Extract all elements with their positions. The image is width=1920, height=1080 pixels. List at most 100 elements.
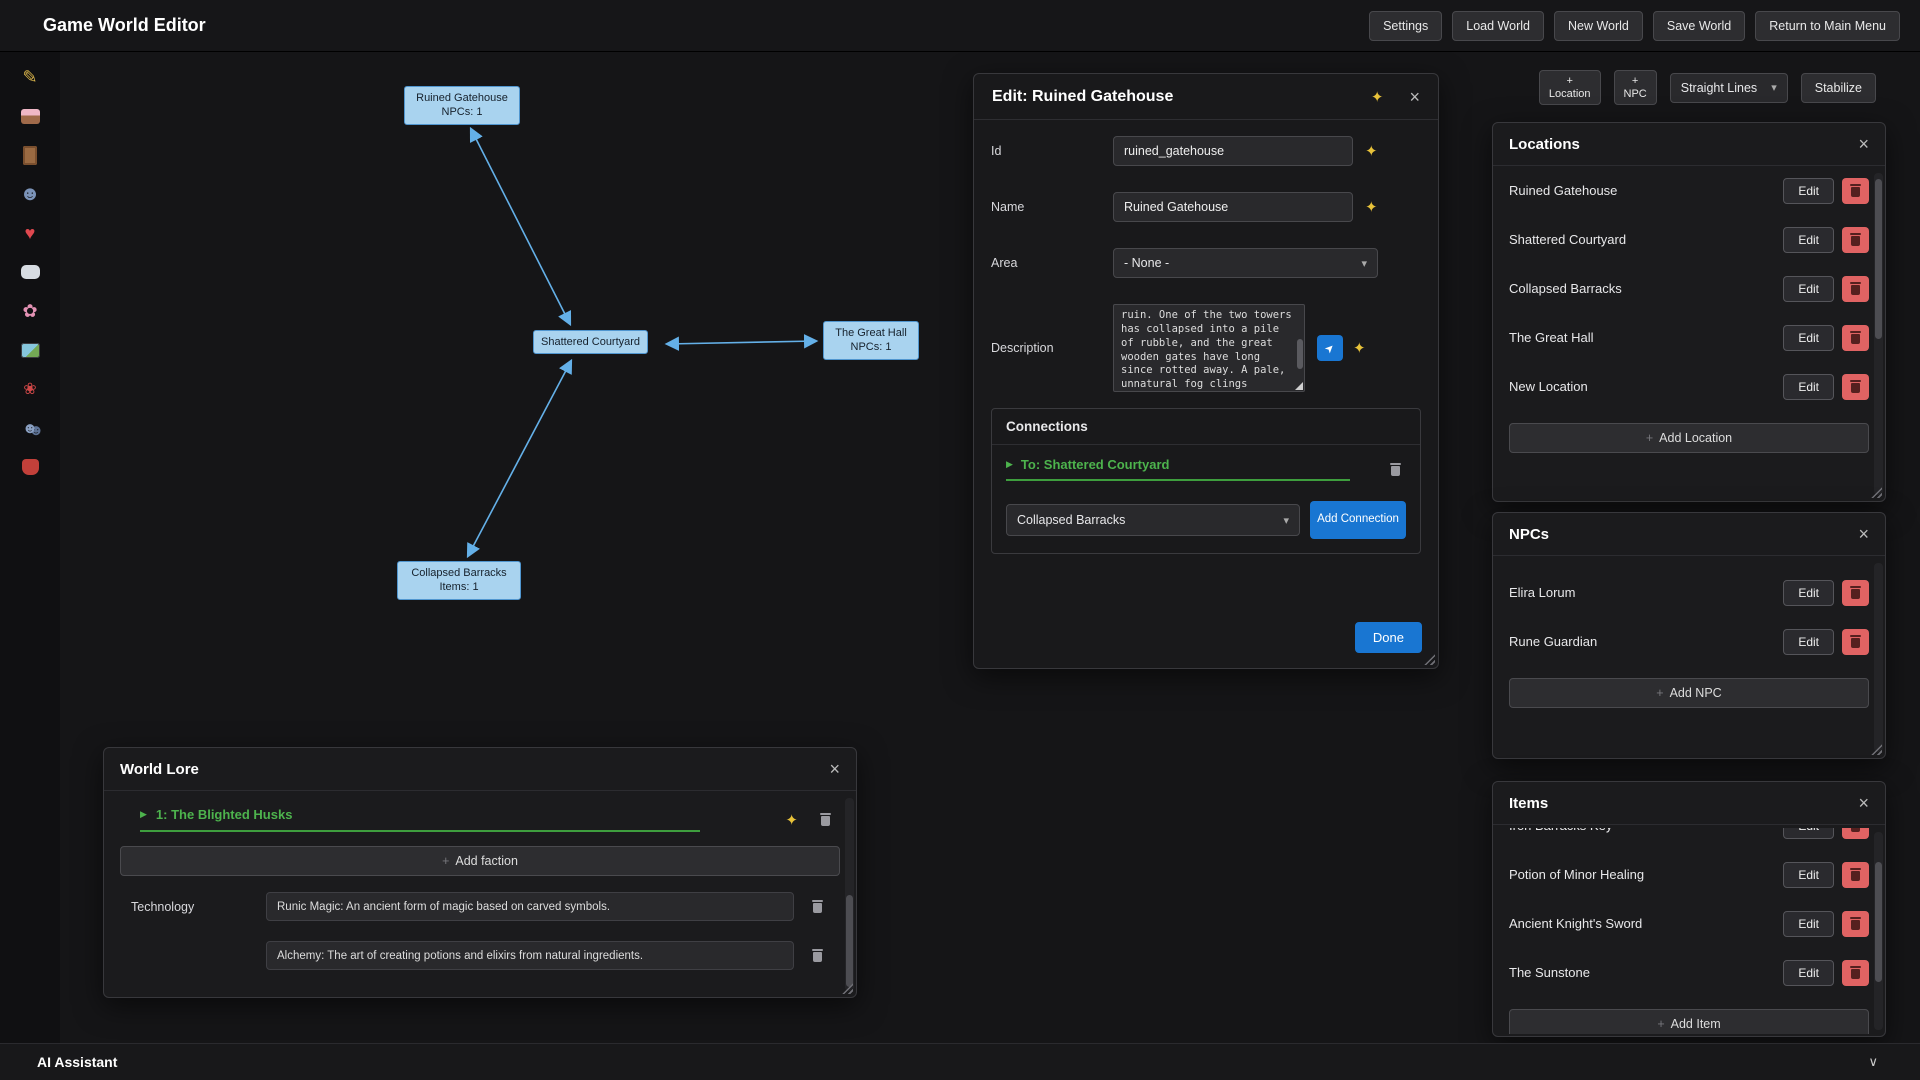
add-npc-node-button[interactable]: + NPC xyxy=(1614,70,1657,105)
edit-npc-button[interactable]: Edit xyxy=(1783,629,1834,655)
ai-assistant-bar[interactable]: AI Assistant ∨ xyxy=(0,1043,1920,1080)
edit-location-modal: Edit: Ruined Gatehouse ✦ × Id ✦ Name ✦ A… xyxy=(973,73,1439,669)
edit-location-button[interactable]: Edit xyxy=(1783,325,1834,351)
plus-icon: + xyxy=(1657,1017,1664,1031)
delete-faction-icon[interactable] xyxy=(814,809,836,831)
name-input[interactable] xyxy=(1113,192,1353,222)
add-location-button[interactable]: +Add Location xyxy=(1509,423,1869,453)
close-icon[interactable]: × xyxy=(1409,88,1420,106)
return-main-menu-button[interactable]: Return to Main Menu xyxy=(1755,11,1900,41)
new-world-button[interactable]: New World xyxy=(1554,11,1643,41)
add-item-button[interactable]: +Add Item xyxy=(1509,1009,1869,1034)
faction-row[interactable]: ▶ 1: The Blighted Husks ✦ xyxy=(104,791,856,844)
edit-item-button[interactable]: Edit xyxy=(1783,960,1834,986)
heart-icon[interactable]: ♥ xyxy=(17,220,43,246)
close-icon[interactable]: × xyxy=(829,760,840,778)
add-location-node-button[interactable]: + Location xyxy=(1539,70,1601,105)
add-npc-button[interactable]: +Add NPC xyxy=(1509,678,1869,708)
edit-npc-button[interactable]: Edit xyxy=(1783,580,1834,606)
close-icon[interactable]: × xyxy=(1858,525,1869,543)
done-button[interactable]: Done xyxy=(1355,622,1422,653)
items-scroll-area[interactable]: Iron Barracks Key Edit Potion of Minor H… xyxy=(1493,828,1885,1034)
connection-label: To: Shattered Courtyard xyxy=(1021,457,1170,472)
cake-icon[interactable] xyxy=(17,103,43,129)
edit-location-button[interactable]: Edit xyxy=(1783,227,1834,253)
edit-location-button[interactable]: Edit xyxy=(1783,178,1834,204)
add-faction-button[interactable]: +Add faction xyxy=(120,846,840,876)
area-select[interactable]: - None - ▾ xyxy=(1113,248,1378,278)
delete-location-icon[interactable] xyxy=(1842,325,1869,351)
ai-sparkle-icon[interactable]: ✦ xyxy=(1371,88,1384,106)
ai-sparkle-icon[interactable]: ✦ xyxy=(1365,198,1378,216)
scrollbar-track[interactable] xyxy=(1874,563,1883,752)
edit-item-button[interactable]: Edit xyxy=(1783,828,1834,839)
chevron-down-icon: ▾ xyxy=(1273,514,1289,527)
graph-node-collapsed-barracks[interactable]: Collapsed Barracks Items: 1 xyxy=(397,561,521,600)
edit-item-button[interactable]: Edit xyxy=(1783,862,1834,888)
connection-target-select[interactable]: Collapsed Barracks ▾ xyxy=(1006,504,1300,536)
scrollbar-thumb[interactable] xyxy=(846,895,853,987)
textarea-resize-handle[interactable] xyxy=(1295,382,1303,390)
textarea-scrollbar[interactable] xyxy=(1297,339,1303,369)
stabilize-button[interactable]: Stabilize xyxy=(1801,73,1876,103)
delete-technology-icon[interactable] xyxy=(806,896,828,918)
ai-sparkle-icon[interactable]: ✦ xyxy=(1365,142,1378,160)
delete-npc-icon[interactable] xyxy=(1842,629,1869,655)
edit-location-button[interactable]: Edit xyxy=(1783,276,1834,302)
location-row: Ruined Gatehouse Edit xyxy=(1493,166,1885,215)
delete-item-icon[interactable] xyxy=(1842,911,1869,937)
graph-node-ruined-gatehouse[interactable]: Ruined Gatehouse NPCs: 1 xyxy=(404,86,520,125)
npc-row: Rune Guardian Edit xyxy=(1493,617,1885,666)
line-style-select[interactable]: Straight Lines ▾ xyxy=(1670,73,1788,103)
blossom-icon[interactable]: ✿ xyxy=(17,298,43,324)
chevron-down-icon: ▾ xyxy=(1761,81,1777,94)
item-row: Potion of Minor Healing Edit xyxy=(1493,850,1885,899)
delete-item-icon[interactable] xyxy=(1842,862,1869,888)
edit-item-button[interactable]: Edit xyxy=(1783,911,1834,937)
expand-arrow-icon[interactable]: ▶ xyxy=(1006,459,1013,470)
connections-section: Connections ▶ To: Shattered Courtyard Co… xyxy=(991,408,1421,554)
scrollbar-thumb[interactable] xyxy=(1875,179,1882,339)
delete-location-icon[interactable] xyxy=(1842,178,1869,204)
save-world-button[interactable]: Save World xyxy=(1653,11,1745,41)
graph-node-shattered-courtyard[interactable]: Shattered Courtyard xyxy=(533,330,648,354)
ai-sparkle-icon[interactable]: ✦ xyxy=(1353,339,1366,357)
memo-icon[interactable]: ✎ xyxy=(17,64,43,90)
technology-value[interactable]: Alchemy: The art of creating potions and… xyxy=(266,941,794,970)
delete-technology-icon[interactable] xyxy=(806,945,828,967)
scrollbar-thumb[interactable] xyxy=(1875,862,1882,982)
edit-location-button[interactable]: Edit xyxy=(1783,374,1834,400)
close-icon[interactable]: × xyxy=(1858,794,1869,812)
speech-bubble-icon[interactable] xyxy=(17,259,43,285)
people-icon[interactable]: ☻ xyxy=(17,415,43,441)
technology-value[interactable]: Runic Magic: An ancient form of magic ba… xyxy=(266,892,794,921)
settings-button[interactable]: Settings xyxy=(1369,11,1442,41)
close-icon[interactable]: × xyxy=(1858,135,1869,153)
rose-icon[interactable]: ❀ xyxy=(17,376,43,402)
add-connection-button[interactable]: Add Connection xyxy=(1310,501,1406,539)
description-textarea[interactable]: ruin. One of the two towers has collapse… xyxy=(1113,304,1305,392)
resize-grip[interactable] xyxy=(1424,654,1435,665)
connection-item[interactable]: ▶ To: Shattered Courtyard xyxy=(992,445,1420,491)
id-input[interactable] xyxy=(1113,136,1353,166)
ai-sparkle-icon[interactable]: ✦ xyxy=(785,811,798,829)
load-world-button[interactable]: Load World xyxy=(1452,11,1544,41)
collapse-chevron-icon[interactable]: ∨ xyxy=(1868,1054,1878,1070)
delete-item-icon[interactable] xyxy=(1842,828,1869,839)
area-label: Area xyxy=(991,256,1113,270)
delete-location-icon[interactable] xyxy=(1842,276,1869,302)
pouch-icon[interactable] xyxy=(17,454,43,480)
delete-item-icon[interactable] xyxy=(1842,960,1869,986)
delete-location-icon[interactable] xyxy=(1842,374,1869,400)
delete-npc-icon[interactable] xyxy=(1842,580,1869,606)
send-icon[interactable]: ➤ xyxy=(1317,335,1343,361)
location-row: Shattered Courtyard Edit xyxy=(1493,215,1885,264)
picture-icon[interactable] xyxy=(17,337,43,363)
delete-location-icon[interactable] xyxy=(1842,227,1869,253)
person-icon[interactable]: ☻ xyxy=(17,181,43,207)
graph-node-great-hall[interactable]: The Great Hall NPCs: 1 xyxy=(823,321,919,360)
door-icon[interactable] xyxy=(17,142,43,168)
expand-arrow-icon[interactable]: ▶ xyxy=(140,809,147,820)
item-row: The Sunstone Edit xyxy=(1493,948,1885,997)
delete-connection-icon[interactable] xyxy=(1384,458,1406,480)
